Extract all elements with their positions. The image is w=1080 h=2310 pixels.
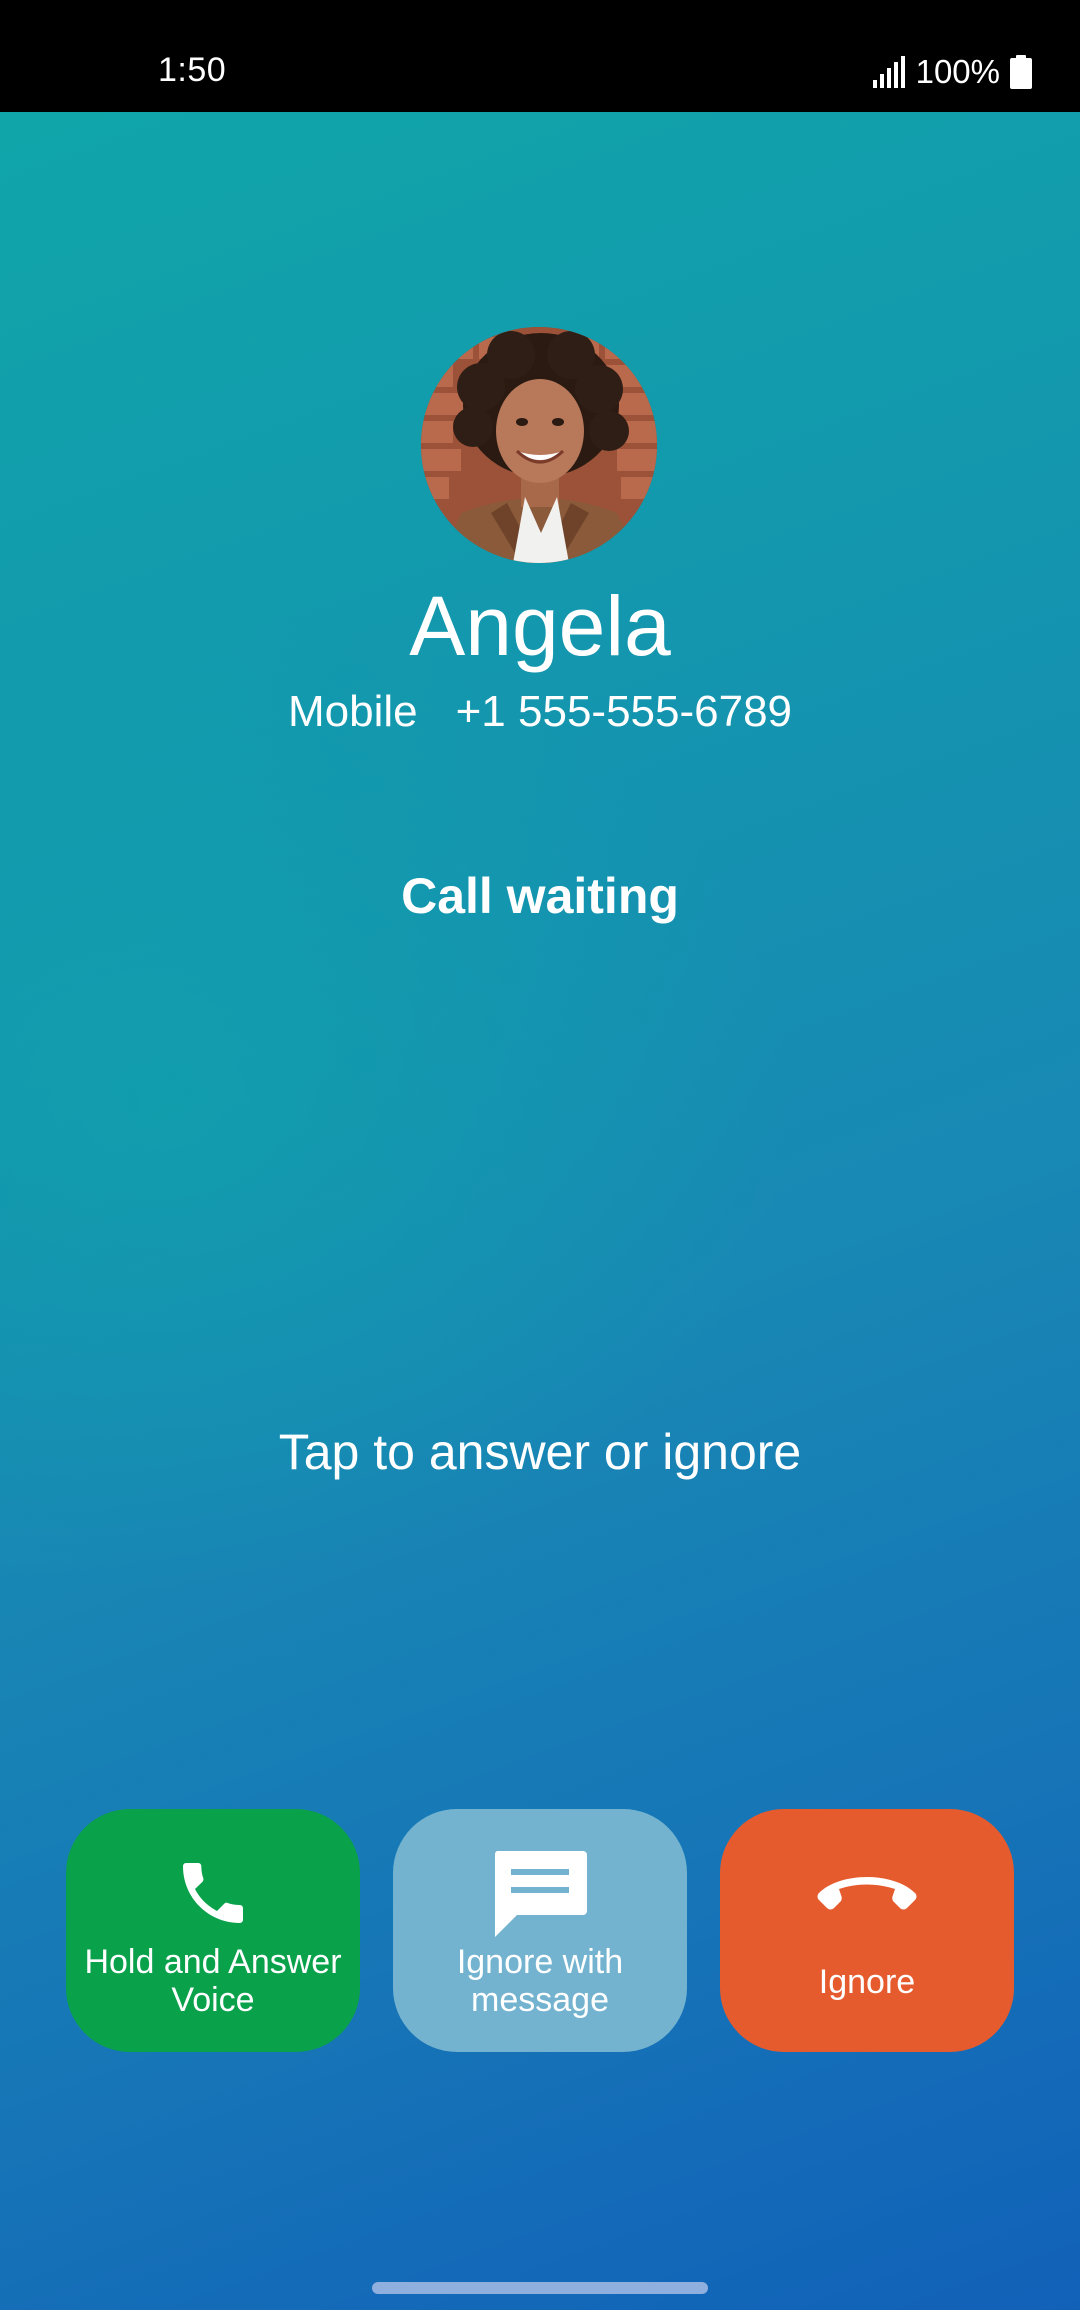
hold-answer-label-line2: Voice (171, 1981, 255, 2019)
caller-photo (421, 327, 657, 563)
status-icons: 100% (872, 50, 1032, 94)
home-indicator[interactable] (372, 2282, 708, 2294)
ignore-with-message-button[interactable]: Ignore with message (393, 1809, 687, 2052)
incoming-call-screen: Angela Mobile +1 555-555-6789 Call waiti… (0, 112, 1080, 2310)
battery-icon (1010, 55, 1032, 89)
message-icon (494, 1851, 587, 1937)
caller-avatar (421, 327, 657, 563)
phone-icon (183, 1863, 243, 1923)
ignore-message-label-line1: Ignore with (456, 1943, 624, 1981)
status-bar: 1:50 100% (0, 0, 1080, 112)
hold-answer-label-line1: Hold and Answer (84, 1943, 342, 1981)
ignore-label: Ignore (818, 1963, 916, 2001)
signal-icon (872, 56, 905, 88)
ignore-button[interactable]: Ignore (720, 1809, 1014, 2052)
phone-number: +1 555-555-6789 (455, 687, 793, 736)
caller-name: Angela (409, 579, 671, 673)
answer-hint: Tap to answer or ignore (278, 1424, 802, 1480)
hang-up-icon (817, 1877, 917, 1910)
ignore-message-label-line2: message (471, 1981, 609, 2019)
call-state: Call waiting (401, 868, 679, 924)
hold-and-answer-voice-button[interactable]: Hold and Answer Voice (66, 1809, 360, 2052)
number-type: Mobile (287, 687, 418, 736)
status-time: 1:50 (158, 51, 227, 89)
battery-percentage: 100% (915, 53, 1000, 90)
caller-number-line: Mobile +1 555-555-6789 (0, 686, 1080, 738)
